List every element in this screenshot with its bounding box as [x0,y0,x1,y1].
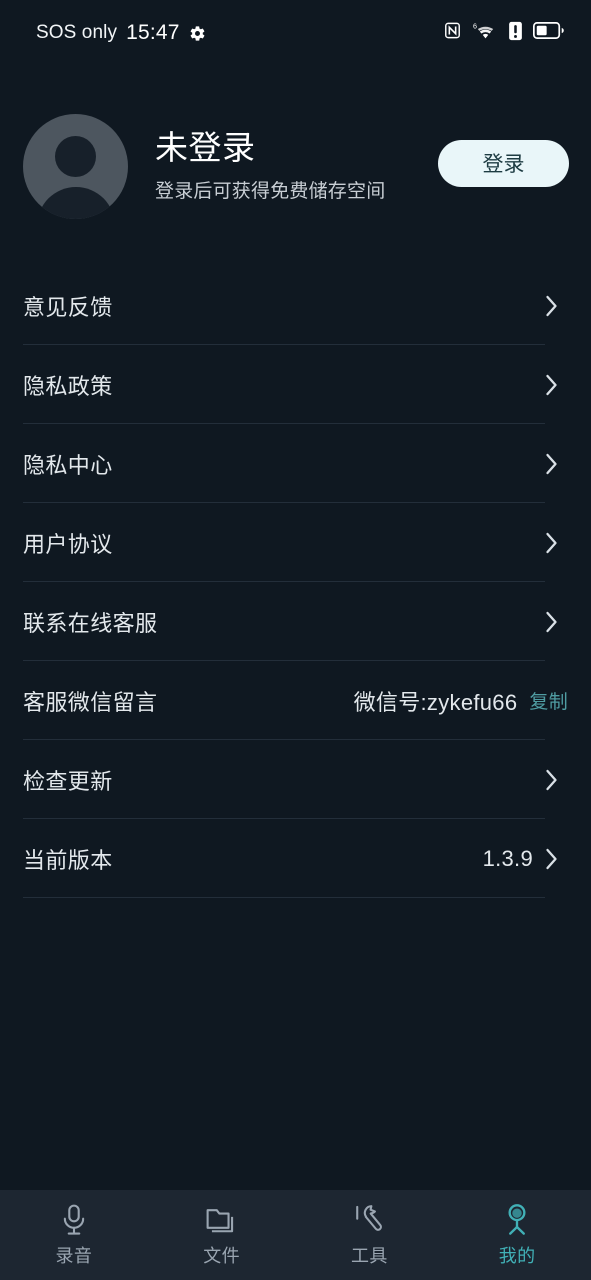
avatar-head [55,135,96,177]
tab-label: 工具 [350,1246,388,1266]
list-item-right [545,532,568,554]
copy-button[interactable]: 复制 [529,687,568,714]
bottom-navigation: 录音 文件 工具 我的 [0,1190,591,1280]
profile-name: 未登录 [155,129,256,167]
list-item-right: 1.3.9 [483,846,568,872]
default-avatar-icon [23,113,128,219]
list-item-label: 当前版本 [23,847,113,873]
list-item-wechat[interactable]: 客服微信留言 微信号:zykefu66 复制 [0,661,591,740]
carrier-label: SOS only [36,22,118,43]
list-item-label: 客服微信留言 [23,689,158,715]
tab-label: 录音 [55,1246,93,1266]
list-item[interactable]: 用户协议 [0,503,591,582]
clock-label: 15:47 [126,21,180,44]
svg-text:6: 6 [473,22,477,30]
wifi-6-icon: 6 [473,21,498,46]
gear-icon [189,25,206,42]
list-item-label: 检查更新 [23,768,113,794]
login-button[interactable]: 登录 [438,139,569,187]
list-item-label: 联系在线客服 [23,610,158,636]
status-bar-left: SOS only 15:47 [36,21,206,45]
list-item-label: 隐私政策 [23,373,113,399]
tab-files[interactable]: 文件 [148,1191,296,1280]
chevron-right-icon [545,374,558,396]
tab-mine[interactable]: 我的 [443,1191,591,1280]
battery-icon [532,22,565,44]
chevron-right-icon [545,295,558,317]
avatar-body [36,186,115,219]
sim-alert-icon [509,21,522,46]
tab-tools[interactable]: 工具 [296,1191,444,1280]
list-item-right [545,611,568,633]
app-screen: SOS only 15:47 6 未登录 登录后可获得免费储存空间 登录 意见反… [0,0,591,1280]
list-item[interactable]: 联系在线客服 [0,582,591,661]
list-item-label: 隐私中心 [23,452,113,478]
list-item-right: 微信号:zykefu66 复制 [354,685,568,717]
list-item[interactable]: 意见反馈 [0,266,591,345]
list-item-label: 意见反馈 [23,294,113,320]
settings-list: 意见反馈 隐私政策 隐私中心 用户协议 联系在线客服 客服微信留言 微信号:zy… [0,266,591,898]
list-item[interactable]: 隐私政策 [0,345,591,424]
list-item-right [545,769,568,791]
list-item-label: 用户协议 [23,531,113,557]
version-value: 1.3.9 [482,845,533,871]
chevron-right-icon [545,532,558,554]
profile-text: 未登录 登录后可获得免费储存空间 [155,129,428,203]
status-bar: SOS only 15:47 6 [0,0,591,66]
microphone-icon [57,1203,91,1237]
tab-recording[interactable]: 录音 [0,1191,148,1280]
chevron-right-icon [545,769,558,791]
profile-subtitle: 登录后可获得免费储存空间 [155,180,386,202]
chevron-right-icon [545,611,558,633]
list-item-right [545,374,568,396]
wechat-id-value: 微信号:zykefu66 [353,689,518,715]
tab-label: 文件 [203,1246,241,1266]
status-bar-right: 6 [443,21,565,46]
list-item-right [545,295,568,317]
tab-label: 我的 [498,1246,536,1266]
chevron-right-icon [545,848,558,870]
nfc-icon [443,21,462,45]
wrench-icon [352,1203,386,1237]
folder-icon [205,1203,239,1237]
person-icon [500,1203,534,1237]
chevron-right-icon [545,453,558,475]
list-item-right [545,453,568,475]
list-item[interactable]: 检查更新 [0,740,591,819]
list-item[interactable]: 隐私中心 [0,424,591,503]
list-item-version[interactable]: 当前版本 1.3.9 [0,819,591,898]
profile-header[interactable]: 未登录 登录后可获得免费储存空间 登录 [0,66,591,266]
